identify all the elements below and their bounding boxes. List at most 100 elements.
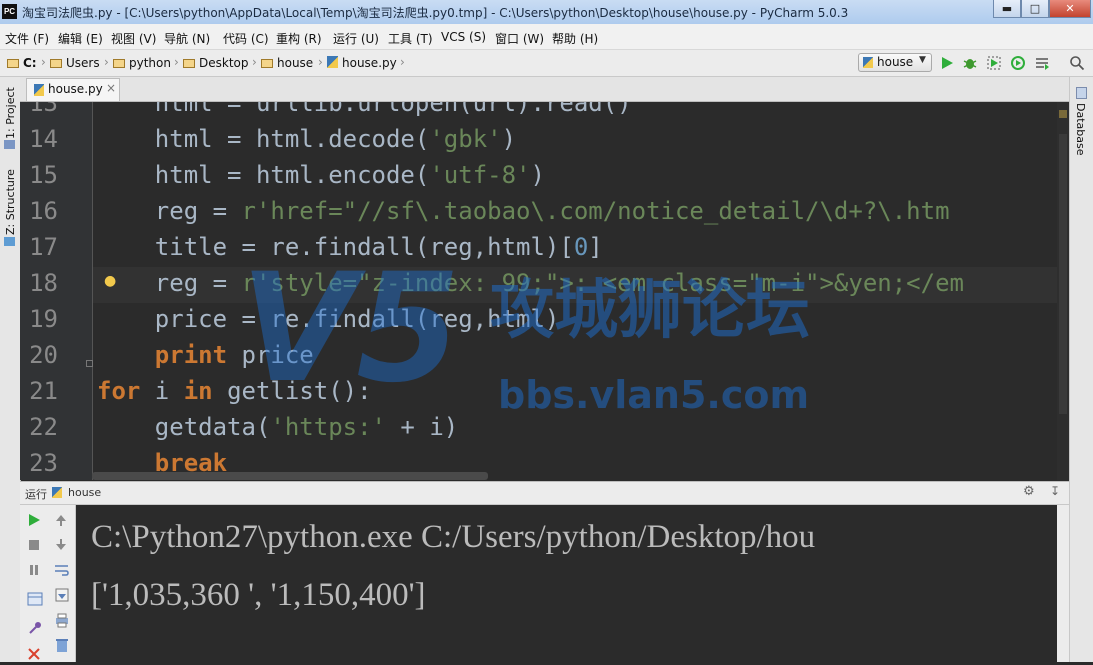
menu-tools[interactable]: 工具 (T) <box>388 30 433 47</box>
code-line: reg = r'href="//sf\.taobao\.com/notice_d… <box>97 197 950 225</box>
code-line: html = html.decode('gbk') <box>97 125 517 153</box>
editor-horizontal-scrollbar[interactable] <box>92 472 488 480</box>
print-icon[interactable] <box>54 612 70 632</box>
folder-icon <box>261 59 273 68</box>
code-editor[interactable]: 13 14 15 16 17 18 19 20 21 22 23 ● html … <box>20 102 1069 480</box>
breadcrumb-python[interactable]: python <box>113 56 171 70</box>
menu-view[interactable]: 视图 (V) <box>111 30 156 47</box>
run-config-name: house <box>68 486 102 499</box>
chevron-down-icon: ▼ <box>919 55 926 65</box>
menu-bar: 文件 (F) 编辑 (E) 视图 (V) 导航 (N) 代码 (C) 重构 (R… <box>0 24 1093 50</box>
line-number: 22 <box>29 413 58 441</box>
line-number: 17 <box>29 233 58 261</box>
chevron-right-icon: › <box>318 55 323 69</box>
run-configuration-select[interactable]: house ▼ <box>858 53 932 72</box>
editor-vertical-scrollbar[interactable] <box>1057 102 1069 480</box>
chevron-right-icon: › <box>174 55 179 69</box>
line-number: 15 <box>29 161 58 189</box>
clear-all-icon[interactable] <box>54 637 70 657</box>
project-tool-tab[interactable]: 1: Project <box>4 87 17 139</box>
line-number: 19 <box>29 305 58 333</box>
pause-icon[interactable] <box>27 562 41 581</box>
python-config-icon <box>863 57 873 68</box>
run-panel-label: 运行 <box>25 488 47 501</box>
right-tool-strip: Database <box>1069 77 1093 662</box>
close-window-button[interactable]: ✕ <box>1049 0 1091 18</box>
folder-icon <box>50 59 62 68</box>
search-icon[interactable] <box>1069 55 1085 71</box>
menu-vcs[interactable]: VCS (S) <box>441 30 486 44</box>
line-number: 16 <box>29 197 58 225</box>
window-title: 淘宝司法爬虫.py - [C:\Users\python\AppData\Loc… <box>22 6 849 20</box>
profile-icon[interactable] <box>1010 55 1026 71</box>
code-line: for i in getlist(): <box>97 377 372 405</box>
run-icon[interactable] <box>939 55 955 71</box>
console-line: ['1,035,360 ', '1,150,400'] <box>91 577 426 613</box>
menu-window[interactable]: 窗口 (W) <box>495 30 544 47</box>
menu-file[interactable]: 文件 (F) <box>5 30 49 47</box>
database-icon <box>1076 87 1087 99</box>
tab-label: house.py <box>48 82 103 96</box>
tab-house-py[interactable]: house.py × <box>26 78 120 101</box>
rerun-icon[interactable] <box>27 512 41 531</box>
chevron-right-icon: › <box>41 55 46 69</box>
restore-layout-icon[interactable] <box>27 591 43 611</box>
project-icon <box>4 140 15 149</box>
menu-navigate[interactable]: 导航 (N) <box>164 30 210 47</box>
breadcrumb-house[interactable]: house <box>261 56 313 70</box>
line-number-gutter: 13 14 15 16 17 18 19 20 21 22 23 ● <box>20 102 116 480</box>
gear-icon[interactable]: ⚙ <box>1023 484 1035 499</box>
scroll-to-end-icon[interactable] <box>54 587 70 607</box>
menu-refactor[interactable]: 重构 (R) <box>276 30 322 47</box>
soft-wrap-icon[interactable] <box>54 562 70 581</box>
title-bar: PC 淘宝司法爬虫.py - [C:\Users\python\AppData\… <box>0 0 1093 24</box>
menu-code[interactable]: 代码 (C) <box>223 30 269 47</box>
code-line: html = urllib.urlopen(url).read() <box>97 102 632 117</box>
menu-run[interactable]: 运行 (U) <box>333 30 379 47</box>
minimize-button[interactable]: ▬ <box>993 0 1021 18</box>
pin-icon[interactable] <box>27 620 43 640</box>
breadcrumb-file[interactable]: house.py <box>327 56 397 70</box>
folder-icon <box>183 59 195 68</box>
warning-stripe-icon <box>1059 110 1067 118</box>
line-number: 13 <box>29 102 58 117</box>
left-tool-strip: 1: Project Z: Structure <box>0 77 21 662</box>
run-console-output[interactable]: C:\Python27\python.exe C:/Users/python/D… <box>77 505 1057 662</box>
console-scrollbar[interactable] <box>1057 505 1069 662</box>
chevron-right-icon: › <box>400 55 405 69</box>
code-line: getdata('https:' + i) <box>97 413 459 441</box>
hide-panel-icon[interactable]: ↧ <box>1050 484 1060 498</box>
pycharm-app-icon: PC <box>2 4 17 19</box>
run-toolbar <box>20 505 76 662</box>
menu-help[interactable]: 帮助 (H) <box>552 30 598 47</box>
scroll-up-icon[interactable] <box>54 512 68 531</box>
console-line: C:\Python27\python.exe C:/Users/python/D… <box>91 519 816 555</box>
coverage-icon[interactable] <box>986 55 1002 71</box>
line-number: 18 <box>29 269 58 297</box>
maximize-button[interactable]: □ <box>1021 0 1049 18</box>
scroll-thumb[interactable] <box>1059 134 1067 414</box>
python-config-icon <box>52 487 62 498</box>
debug-icon[interactable] <box>962 55 978 71</box>
close-run-icon[interactable] <box>27 646 41 665</box>
python-file-icon <box>34 84 44 96</box>
line-number: 14 <box>29 125 58 153</box>
breadcrumb-drive[interactable]: C: <box>7 56 37 70</box>
database-tool-tab[interactable]: Database <box>1074 103 1087 156</box>
fold-marker-icon[interactable] <box>86 360 93 367</box>
breadcrumb-desktop[interactable]: Desktop <box>183 56 249 70</box>
code-line: price = re.findall(reg,html) <box>97 305 560 333</box>
structure-tool-tab[interactable]: Z: Structure <box>4 169 17 235</box>
chevron-right-icon: › <box>252 55 257 69</box>
breadcrumb-users[interactable]: Users <box>50 56 100 70</box>
run-list-icon[interactable] <box>1034 55 1050 71</box>
code-line: reg = r'style="z-index: 99;">: <em class… <box>97 269 964 297</box>
menu-edit[interactable]: 编辑 (E) <box>58 30 103 47</box>
folder-icon <box>113 59 125 68</box>
run-configuration-label: house <box>877 55 914 69</box>
stop-icon[interactable] <box>27 537 41 556</box>
close-tab-icon[interactable]: × <box>106 81 116 95</box>
run-panel-header: 运行 house ⚙ ↧ <box>20 481 1069 505</box>
scroll-down-icon[interactable] <box>54 537 68 556</box>
line-number: 23 <box>29 449 58 477</box>
